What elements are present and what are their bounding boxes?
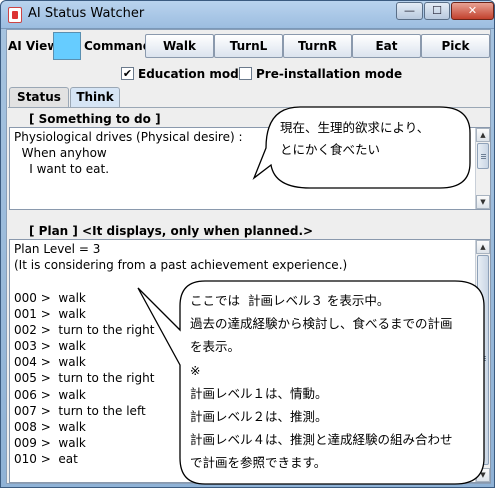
java-app-icon <box>8 7 22 23</box>
something-to-do-title: [ Something to do ] <box>29 112 161 126</box>
plan-step: 002 > turn to the right <box>14 323 155 337</box>
command-label: Command <box>84 39 152 53</box>
top-callout-text: 現在、生理的欲求により、 とにかく食べたい <box>280 117 429 161</box>
turn-left-button[interactable]: TurnL <box>214 34 283 58</box>
maximize-button[interactable]: ☐ <box>424 2 450 20</box>
title-bar[interactable]: AI Status Watcher — ☐ ✕ <box>1 1 494 29</box>
eat-button[interactable]: Eat <box>352 34 421 58</box>
scroll-down-arrow-icon[interactable]: ▼ <box>476 468 490 482</box>
plan-step: 007 > turn to the left <box>14 404 146 418</box>
tab-status[interactable]: Status <box>9 87 69 107</box>
window-title: AI Status Watcher <box>28 6 145 21</box>
something-line: I want to eat. <box>14 162 110 176</box>
something-line: When anyhow <box>14 146 107 160</box>
plan-step: 006 > walk <box>14 388 86 402</box>
plan-title: [ Plan ] <It displays, only when planned… <box>29 224 314 238</box>
turn-right-button[interactable]: TurnR <box>283 34 352 58</box>
plan-step: 010 > eat <box>14 452 78 466</box>
minimize-button[interactable]: — <box>396 2 423 20</box>
bottom-callout-text: ここでは 計画レベル３ を表示中。 過去の達成経験から検討し、食べるまでの計画 … <box>190 289 453 475</box>
tab-divider <box>8 107 490 108</box>
plan-step: 000 > walk <box>14 291 86 305</box>
plan-step: 009 > walk <box>14 436 86 450</box>
callout-line: ここでは 計画レベル３ を表示中。 <box>190 293 390 308</box>
preinstallation-mode-checkbox[interactable] <box>239 67 252 80</box>
plan-line: Plan Level = 3 <box>14 242 101 256</box>
callout-line: 過去の達成経験から検討し、食べるまでの計画 <box>190 316 453 332</box>
education-mode-checkbox[interactable]: ✔ <box>121 67 134 80</box>
callout-line: を表示。 <box>190 339 241 355</box>
callout-line: とにかく食べたい <box>280 142 381 157</box>
callout-line: で計画を参照できます。 <box>190 455 327 471</box>
plan-step: 004 > walk <box>14 355 86 369</box>
callout-line: 計画レベル２は、推測。 <box>190 409 328 425</box>
preinstallation-mode-label: Pre-installation mode <box>256 67 403 81</box>
plan-step: 008 > walk <box>14 420 86 434</box>
scroll-up-arrow-icon[interactable]: ▲ <box>476 128 490 142</box>
callout-line: 計画レベル４は、推測と達成経験の組み合わせ <box>190 432 453 448</box>
ai-view-label: AI View <box>8 39 59 53</box>
callout-line: 現在、生理的欲求により、 <box>280 120 430 135</box>
callout-line: 計画レベル１は、情動。 <box>190 385 328 401</box>
close-button[interactable]: ✕ <box>451 2 494 20</box>
something-line: Physiological drives (Physical desire) : <box>14 130 243 144</box>
plan-step: 001 > walk <box>14 307 86 321</box>
ai-view-color-swatch <box>53 32 81 60</box>
education-mode-label: Education mode <box>138 67 247 81</box>
plan-step: 003 > walk <box>14 339 86 353</box>
scroll-down-arrow-icon[interactable]: ▼ <box>476 195 490 209</box>
scroll-up-arrow-icon[interactable]: ▲ <box>476 240 490 254</box>
walk-button[interactable]: Walk <box>145 34 214 58</box>
plan-line: (It is considering from a past achieveme… <box>14 258 348 272</box>
tab-think[interactable]: Think <box>70 87 120 107</box>
something-scrollbar[interactable]: ▲ ▼ <box>475 128 490 209</box>
pick-button[interactable]: Pick <box>421 34 490 58</box>
scroll-thumb[interactable] <box>477 255 489 465</box>
plan-scrollbar[interactable]: ▲ ▼ <box>475 240 490 482</box>
plan-step: 005 > turn to the right <box>14 371 155 385</box>
scroll-thumb[interactable] <box>477 143 489 169</box>
callout-line: ※ <box>190 362 201 378</box>
